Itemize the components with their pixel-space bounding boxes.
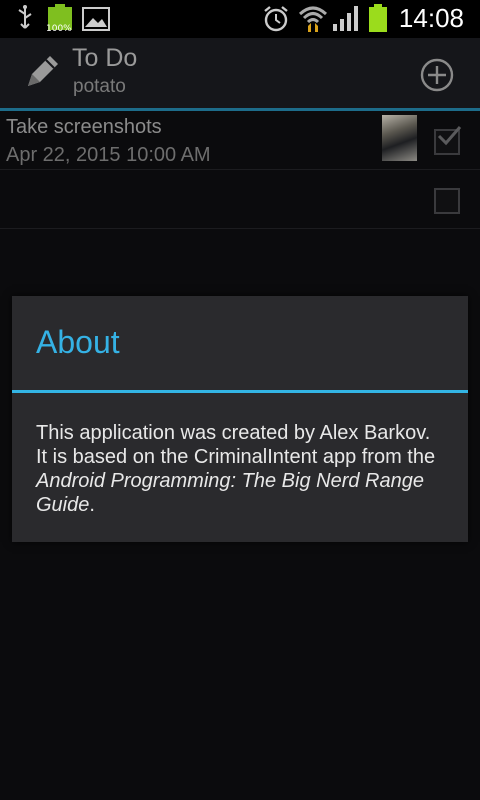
list-item[interactable] [0, 170, 480, 229]
list-item[interactable]: Take screenshots Apr 22, 2015 10:00 AM [0, 111, 480, 170]
app-subtitle: potato [73, 76, 126, 97]
todo-list: Take screenshots Apr 22, 2015 10:00 AM [0, 111, 480, 229]
action-bar: To Do potato [0, 38, 480, 111]
item-title: Take screenshots [6, 116, 162, 138]
dialog-message-end: . [89, 494, 95, 516]
dialog-divider [12, 390, 468, 393]
item-checkbox[interactable] [434, 188, 460, 214]
signal-icon [333, 6, 358, 31]
status-time: 14:08 [398, 3, 464, 33]
usb-icon [18, 5, 32, 29]
pencil-icon [28, 56, 58, 86]
gallery-icon [82, 7, 110, 31]
battery-full-icon: 100% [46, 4, 72, 34]
alarm-icon [264, 6, 288, 32]
battery-icon [369, 4, 387, 32]
dialog-message-text: This application was created by Alex Bar… [36, 422, 436, 468]
check-icon [437, 126, 462, 146]
app-title: To Do [72, 44, 138, 72]
photo-thumbnail[interactable] [382, 115, 417, 161]
add-circle-icon[interactable] [420, 58, 454, 92]
status-bar: 100% 14:08 [0, 0, 480, 38]
about-dialog: About This application was created by Al… [12, 296, 468, 542]
item-date: Apr 22, 2015 10:00 AM [6, 144, 211, 166]
dialog-title: About [36, 324, 120, 360]
dialog-message: This application was created by Alex Bar… [36, 421, 436, 517]
battery-percent-label: 100% [46, 24, 72, 34]
wifi-icon [298, 6, 328, 32]
